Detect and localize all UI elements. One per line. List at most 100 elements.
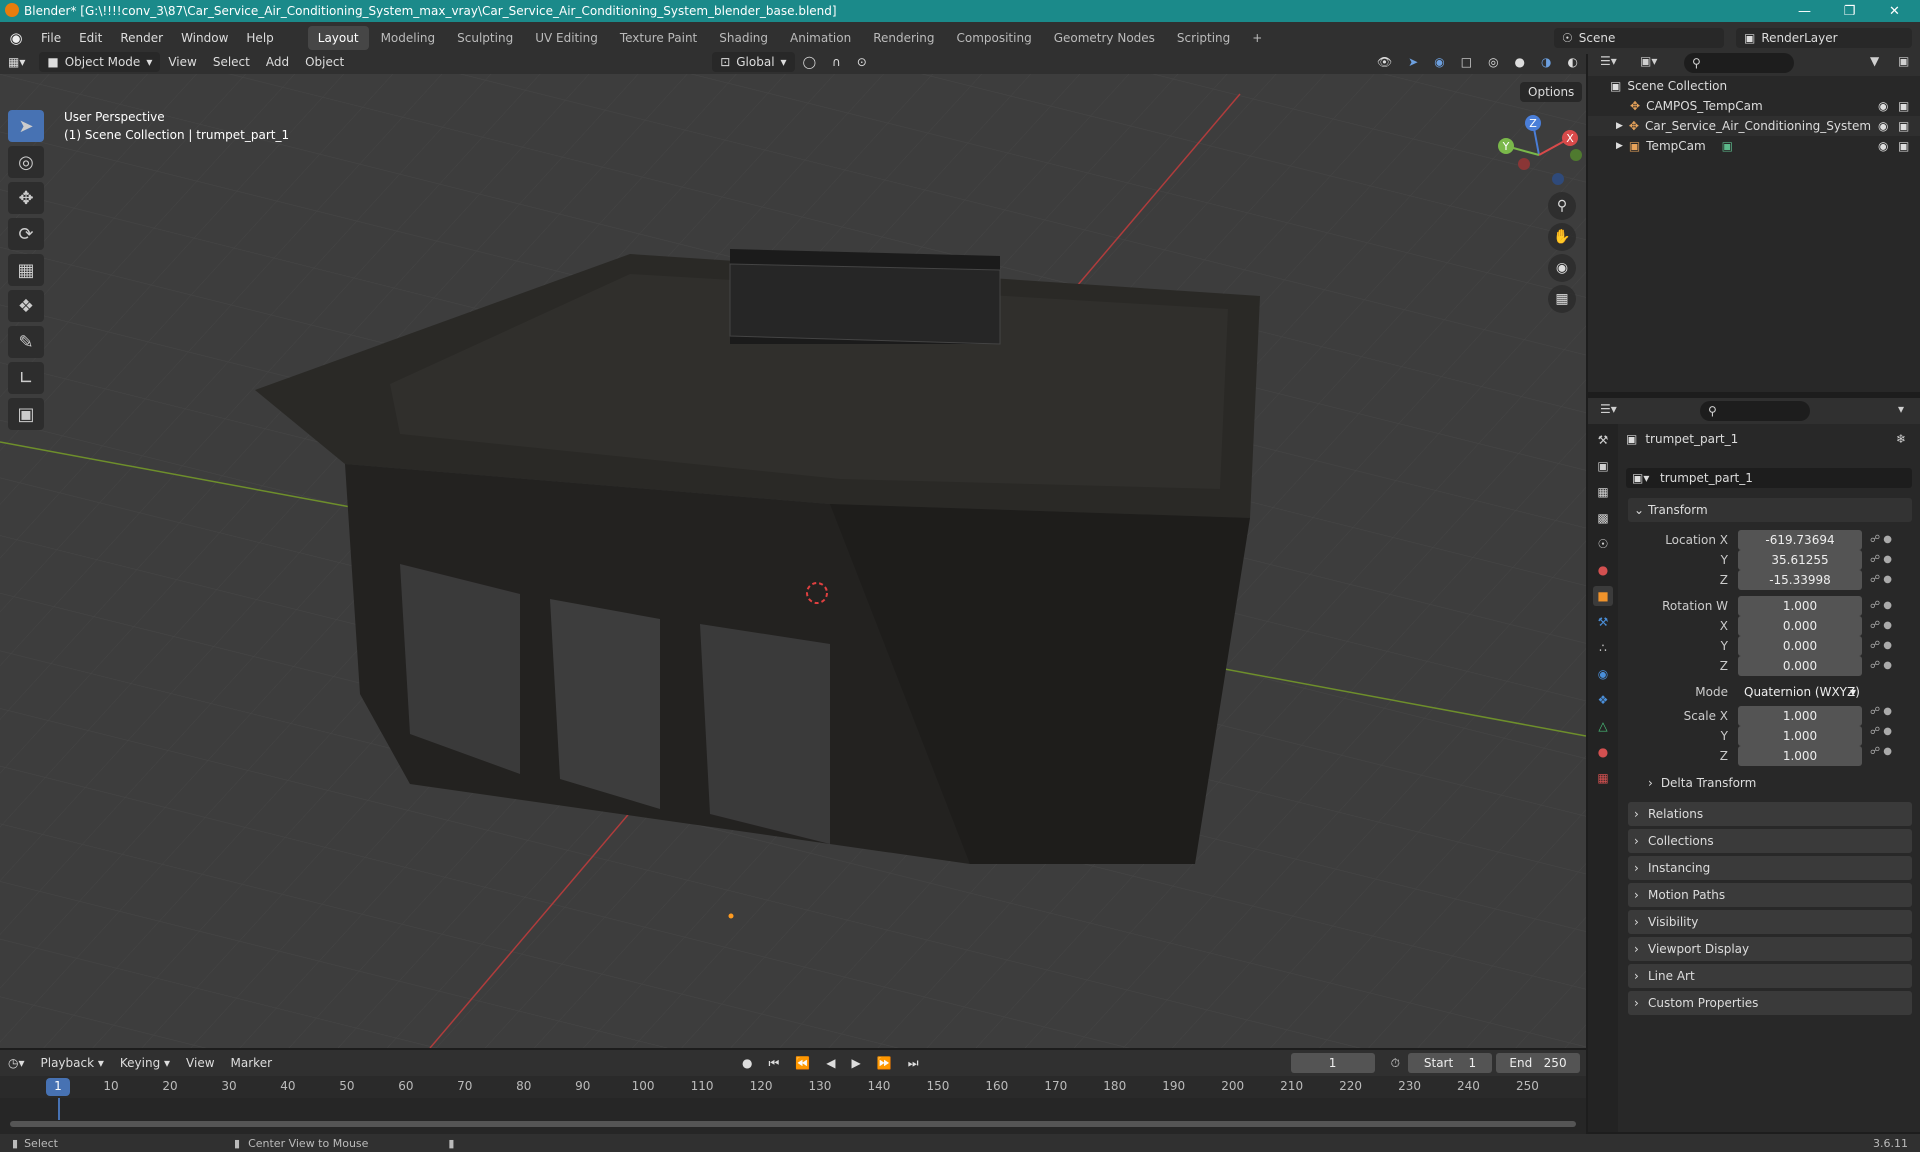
- location-x-field[interactable]: -619.73694: [1738, 530, 1862, 550]
- overlay-toggle-icon[interactable]: ◉: [1426, 51, 1452, 73]
- tab-sculpting[interactable]: Sculpting: [447, 26, 523, 50]
- camera-view-icon[interactable]: ◉: [1548, 254, 1576, 282]
- outliner-search-input[interactable]: ⚲: [1684, 53, 1794, 73]
- render-camera-icon[interactable]: ▣: [1898, 99, 1909, 113]
- constraints-tab-icon[interactable]: ❖: [1593, 690, 1613, 710]
- tab-animation[interactable]: Animation: [780, 26, 861, 50]
- play-icon[interactable]: ▶: [844, 1052, 869, 1074]
- tab-modeling[interactable]: Modeling: [371, 26, 446, 50]
- scale-z-field[interactable]: 1.000: [1738, 746, 1862, 766]
- navigation-gizmo[interactable]: Z X Y: [1496, 112, 1582, 198]
- pin-icon[interactable]: ❄: [1896, 432, 1906, 446]
- menu-playback[interactable]: Playback ▾: [33, 1052, 112, 1074]
- xray-icon[interactable]: □: [1453, 51, 1480, 73]
- panel-collections[interactable]: › Collections: [1628, 829, 1912, 853]
- menu-marker[interactable]: Marker: [223, 1052, 280, 1074]
- shading-solid-icon[interactable]: ●: [1507, 51, 1533, 73]
- rotation-z-field[interactable]: 0.000: [1738, 656, 1862, 676]
- lock-icon[interactable]: ☍ ●: [1870, 596, 1910, 616]
- cursor-tool[interactable]: ◎: [8, 146, 44, 178]
- rotation-x-field[interactable]: 0.000: [1738, 616, 1862, 636]
- ortho-grid-icon[interactable]: ▦: [1548, 285, 1576, 313]
- timeline-ruler[interactable]: 1 10 20 30 40 50 60 70 80 90 100 110 120 130 140 150 160…: [0, 1076, 1586, 1098]
- panel-custom-properties[interactable]: › Custom Properties: [1628, 991, 1912, 1015]
- visibility-icon[interactable]: 👁: [1369, 51, 1400, 73]
- lock-icon[interactable]: ☍ ●: [1870, 636, 1910, 656]
- select-box-tool[interactable]: ➤: [8, 110, 44, 142]
- view-layer-tab-icon[interactable]: ▩: [1593, 508, 1613, 528]
- scene-selector[interactable]: ☉ Scene: [1554, 28, 1724, 48]
- play-reverse-icon[interactable]: ◀: [818, 1052, 843, 1074]
- shading-rendered-icon[interactable]: ◐: [1560, 51, 1586, 73]
- world-tab-icon[interactable]: ●: [1593, 560, 1613, 580]
- shading-wireframe-icon[interactable]: ◎: [1480, 51, 1506, 73]
- lock-icon[interactable]: ☍ ●: [1870, 570, 1910, 590]
- tab-uv-editing[interactable]: UV Editing: [525, 26, 608, 50]
- tab-rendering[interactable]: Rendering: [863, 26, 944, 50]
- tab-layout[interactable]: Layout: [307, 26, 369, 50]
- outliner-row-campos-tempcam[interactable]: ✥ CAMPOS_TempCam ◉ ▣: [1588, 96, 1920, 116]
- zoom-icon[interactable]: ⚲: [1548, 192, 1576, 220]
- shading-material-icon[interactable]: ◑: [1533, 51, 1559, 73]
- outliner-editor-icon[interactable]: ☰▾: [1600, 54, 1617, 68]
- tab-shading[interactable]: Shading: [709, 26, 778, 50]
- tool-tab-icon[interactable]: ⚒: [1593, 430, 1613, 450]
- maximize-button[interactable]: ❐: [1827, 0, 1872, 22]
- eye-icon[interactable]: ◉: [1878, 119, 1888, 133]
- jump-end-icon[interactable]: ⏭: [900, 1052, 927, 1074]
- outliner-row-tempcam[interactable]: ▶ ▣ TempCam ▣ ◉ ▣: [1588, 136, 1920, 156]
- properties-search-input[interactable]: ⚲: [1700, 401, 1810, 421]
- new-collection-icon[interactable]: ▣: [1898, 54, 1909, 68]
- rotate-tool[interactable]: ⟳: [8, 218, 44, 250]
- lock-icon[interactable]: ☍ ●: [1870, 550, 1910, 570]
- rotation-mode-select[interactable]: Quaternion (WXYZ) ▾: [1738, 682, 1862, 702]
- pivot-icon[interactable]: ◯: [795, 51, 824, 73]
- tab-geometry-nodes[interactable]: Geometry Nodes: [1044, 26, 1165, 50]
- eye-icon[interactable]: ◉: [1878, 99, 1888, 113]
- lock-icon[interactable]: ☍ ●: [1870, 742, 1910, 762]
- current-frame-field[interactable]: 1: [1290, 1053, 1375, 1073]
- snap-icon[interactable]: ∩: [824, 51, 849, 73]
- lock-icon[interactable]: ☍ ●: [1870, 702, 1910, 722]
- render-camera-icon[interactable]: ▣: [1898, 139, 1909, 153]
- panel-line-art[interactable]: › Line Art: [1628, 964, 1912, 988]
- tab-compositing[interactable]: Compositing: [946, 26, 1041, 50]
- tab-scripting[interactable]: Scripting: [1167, 26, 1240, 50]
- transform-orientation-selector[interactable]: ⊡ Global ▾: [712, 52, 795, 72]
- menu-keying[interactable]: Keying ▾: [112, 1052, 178, 1074]
- data-tab-icon[interactable]: △: [1593, 716, 1613, 736]
- menu-select[interactable]: Select: [205, 51, 258, 73]
- building-model[interactable]: [255, 249, 1260, 864]
- modifier-tab-icon[interactable]: ⚒: [1593, 612, 1613, 632]
- close-button[interactable]: ✕: [1872, 0, 1917, 22]
- panel-motion-paths[interactable]: › Motion Paths: [1628, 883, 1912, 907]
- object-name-field[interactable]: ▣▾ trumpet_part_1: [1626, 468, 1912, 488]
- options-button[interactable]: Options: [1520, 82, 1583, 102]
- measure-tool[interactable]: ∟: [8, 362, 44, 394]
- render-tab-icon[interactable]: ▣: [1593, 456, 1613, 476]
- move-tool[interactable]: ✥: [8, 182, 44, 214]
- physics-tab-icon[interactable]: ◉: [1593, 664, 1613, 684]
- panel-relations[interactable]: › Relations: [1628, 802, 1912, 826]
- outliner-row-car-service[interactable]: ▶ ✥ Car_Service_Air_Conditioning_System ◉ ▣: [1588, 116, 1920, 136]
- object-tab-icon[interactable]: ■: [1593, 586, 1613, 606]
- timeline-editor-icon[interactable]: ◷▾: [0, 1052, 33, 1074]
- chevron-down-icon[interactable]: ▾: [1898, 402, 1904, 416]
- eye-icon[interactable]: ◉: [1878, 139, 1888, 153]
- gizmo-toggle-icon[interactable]: ➤: [1400, 51, 1426, 73]
- display-mode-icon[interactable]: ▣▾: [1640, 54, 1657, 68]
- scene-tab-icon[interactable]: ☉: [1593, 534, 1613, 554]
- add-cube-tool[interactable]: ▣: [8, 398, 44, 430]
- output-tab-icon[interactable]: ▦: [1593, 482, 1613, 502]
- menu-timeline-view[interactable]: View: [178, 1052, 222, 1074]
- lock-icon[interactable]: ☍ ●: [1870, 722, 1910, 742]
- chevron-right-icon[interactable]: ▶: [1616, 141, 1623, 151]
- material-tab-icon[interactable]: ●: [1593, 742, 1613, 762]
- view-layer-selector[interactable]: ▣ RenderLayer: [1736, 28, 1912, 48]
- timeline-scrollbar[interactable]: [10, 1121, 1576, 1127]
- mode-selector[interactable]: ■ Object Mode ▾: [39, 52, 161, 72]
- rotation-y-field[interactable]: 0.000: [1738, 636, 1862, 656]
- 3d-viewport[interactable]: [0, 74, 1586, 1048]
- panel-viewport-display[interactable]: › Viewport Display: [1628, 937, 1912, 961]
- scale-y-field[interactable]: 1.000: [1738, 726, 1862, 746]
